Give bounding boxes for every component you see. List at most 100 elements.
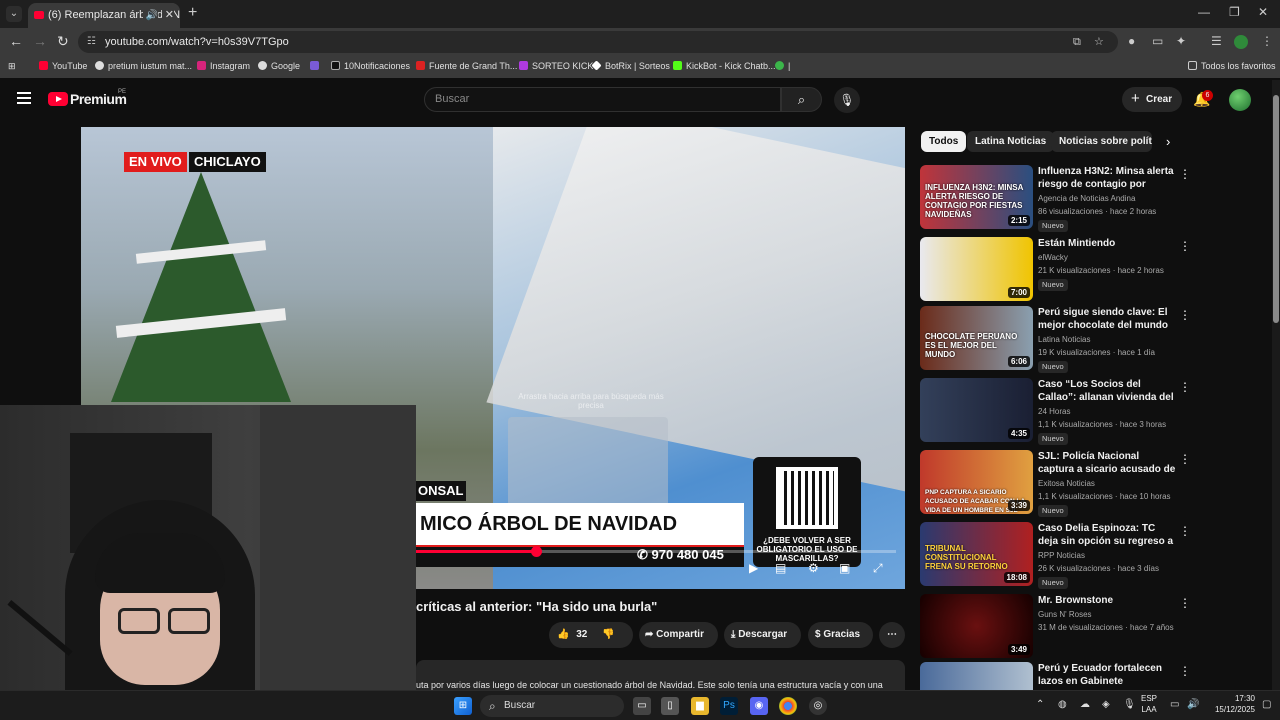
recommendation-item[interactable]: CHOCOLATE PERUANO ES EL MEJOR DEL MUNDO … bbox=[920, 306, 1265, 373]
recommendation-item[interactable]: 3:49 Mr. Brownstone Guns N' Roses 31 M d… bbox=[920, 594, 1265, 660]
bookmark-sorteo-kick[interactable]: SORTEO KICK bbox=[519, 61, 593, 71]
more-options-icon[interactable]: ⋮ bbox=[1179, 239, 1191, 253]
menu-hamburger-icon[interactable] bbox=[17, 92, 31, 104]
dislike-icon[interactable]: 👎 bbox=[602, 629, 614, 640]
chip-all[interactable]: Todos bbox=[921, 131, 967, 152]
extensions-puzzle-icon[interactable]: ✦ bbox=[1176, 34, 1186, 48]
recommendation-item[interactable]: 7:00 Están Mintiendo elWacky 21 K visual… bbox=[920, 237, 1265, 303]
share-button[interactable]: ➦ Compartir bbox=[639, 622, 718, 648]
windows-start-icon[interactable]: ⊞ bbox=[454, 697, 472, 715]
notification-center-icon[interactable]: ▢ bbox=[1262, 699, 1271, 710]
scrollbar-thumb[interactable] bbox=[1273, 95, 1279, 323]
video-thumbnail[interactable]: CHOCOLATE PERUANO ES EL MEJOR DEL MUNDO … bbox=[920, 306, 1033, 370]
video-thumbnail[interactable]: 7:00 bbox=[920, 237, 1033, 301]
chip-politica[interactable]: Noticias sobre política bbox=[1051, 131, 1152, 152]
forward-button[interactable]: → bbox=[33, 33, 47, 49]
audio-icon[interactable]: 🔊 bbox=[142, 3, 158, 28]
onedrive-icon[interactable]: ☁ bbox=[1080, 699, 1090, 710]
bookmark-generic[interactable] bbox=[310, 61, 323, 71]
download-button[interactable]: ⤓ Descargar bbox=[724, 622, 801, 648]
chrome-icon[interactable] bbox=[779, 697, 797, 715]
tab-search-button[interactable]: ⌄ bbox=[6, 6, 22, 22]
voice-search-button[interactable]: 🎙 bbox=[834, 87, 860, 113]
file-explorer-icon[interactable]: ▆ bbox=[691, 697, 709, 715]
progress-bar[interactable] bbox=[416, 546, 896, 557]
bookmark-youtube[interactable]: YouTube bbox=[39, 61, 87, 71]
miniplayer-icon[interactable]: ▣ bbox=[839, 561, 850, 575]
scrubber-handle[interactable] bbox=[531, 546, 542, 557]
recommendation-item[interactable]: INFLUENZA H3N2: MINSA ALERTA RIESGO DE C… bbox=[920, 165, 1265, 232]
bookmark-star-icon[interactable]: ☆ bbox=[1094, 31, 1104, 53]
obs-icon[interactable]: ◎ bbox=[809, 697, 827, 715]
more-options-icon[interactable]: ⋮ bbox=[1179, 452, 1191, 466]
chip-latina[interactable]: Latina Noticias bbox=[967, 131, 1055, 152]
volume-icon[interactable]: 🔊 bbox=[1187, 699, 1199, 710]
tray-app-icon[interactable]: ◈ bbox=[1102, 699, 1110, 710]
site-info-icon[interactable]: ☷ bbox=[87, 31, 96, 53]
browser-menu-icon[interactable]: ⋮ bbox=[1261, 34, 1273, 48]
settings-gear-icon[interactable]: ⚙ bbox=[808, 561, 819, 575]
recommendation-item[interactable]: Perú y Ecuador fortalecen lazos en Gabin… bbox=[920, 662, 1265, 690]
tray-app-icon[interactable]: ◍ bbox=[1058, 699, 1067, 710]
reload-button[interactable]: ↻ bbox=[57, 33, 69, 50]
more-actions-button[interactable]: ⋯ bbox=[879, 622, 905, 648]
bookmark-google[interactable]: Google bbox=[258, 61, 300, 71]
taskbar-search[interactable]: Buscar bbox=[480, 695, 624, 717]
minimize-icon[interactable]: — bbox=[1198, 5, 1210, 19]
subtitles-icon[interactable]: ▤ bbox=[775, 561, 786, 575]
more-options-icon[interactable]: ⋮ bbox=[1179, 596, 1191, 610]
discord-icon[interactable]: ◉ bbox=[750, 697, 768, 715]
extension-icon[interactable]: ▭ bbox=[1152, 34, 1163, 48]
recommendation-item[interactable]: 4:35 Caso “Los Socios del Callao”: allan… bbox=[920, 378, 1265, 445]
more-options-icon[interactable]: ⋮ bbox=[1179, 308, 1191, 322]
chevron-right-icon[interactable]: › bbox=[1166, 134, 1170, 149]
reading-list-icon[interactable]: ☰ bbox=[1211, 34, 1222, 48]
new-tab-button[interactable]: + bbox=[188, 4, 197, 22]
video-thumbnail[interactable]: TRIBUNAL CONSTITUCIONAL FRENA SU RETORNO… bbox=[920, 522, 1033, 586]
microphone-tray-icon[interactable]: 🎙 bbox=[1123, 699, 1136, 710]
app-icon[interactable]: ▯ bbox=[661, 697, 679, 715]
extension-icon[interactable]: ● bbox=[1128, 34, 1135, 48]
thanks-button[interactable]: $ Gracias bbox=[808, 622, 873, 648]
more-options-icon[interactable]: ⋮ bbox=[1179, 167, 1191, 181]
browser-tab[interactable]: (6) Reemplazan árbol de Na 🔊 ✕ bbox=[28, 3, 180, 28]
create-button[interactable]: Crear bbox=[1122, 86, 1182, 112]
more-options-icon[interactable]: ⋮ bbox=[1179, 524, 1191, 538]
search-button[interactable]: ⌕ bbox=[781, 87, 822, 112]
taskbar-clock[interactable]: 17:30 15/12/2025 bbox=[1205, 693, 1255, 715]
bookmark-10notificaciones[interactable]: 10Notificaciones bbox=[331, 61, 410, 71]
tray-overflow-icon[interactable]: ⌃ bbox=[1036, 699, 1044, 710]
search-input[interactable]: Buscar bbox=[424, 87, 781, 112]
account-avatar[interactable] bbox=[1229, 89, 1251, 111]
back-button[interactable]: ← bbox=[9, 33, 23, 49]
close-tab-icon[interactable]: ✕ bbox=[161, 3, 174, 28]
language-indicator[interactable]: ESP LAA bbox=[1141, 693, 1157, 715]
bookmark-generic[interactable]: | bbox=[775, 61, 790, 71]
bookmark-instagram[interactable]: Instagram bbox=[197, 61, 250, 71]
description-box[interactable]: uta por varios días luego de colocar un … bbox=[416, 660, 905, 692]
video-thumbnail[interactable]: 3:49 bbox=[920, 594, 1033, 658]
install-app-icon[interactable]: ⧉ bbox=[1073, 31, 1081, 53]
fullscreen-icon[interactable]: ⤢ bbox=[873, 561, 883, 576]
video-thumbnail[interactable]: INFLUENZA H3N2: MINSA ALERTA RIESGO DE C… bbox=[920, 165, 1033, 229]
more-options-icon[interactable]: ⋮ bbox=[1179, 664, 1191, 678]
like-icon[interactable]: 👍 bbox=[557, 629, 569, 640]
bookmark-kickbot[interactable]: KickBot - Kick Chatb... bbox=[673, 61, 776, 71]
task-view-icon[interactable]: ▭ bbox=[633, 697, 651, 715]
profile-avatar[interactable] bbox=[1234, 35, 1248, 49]
close-window-icon[interactable]: ✕ bbox=[1258, 5, 1268, 19]
network-icon[interactable]: ▭ bbox=[1170, 699, 1179, 710]
bookmark-pretium[interactable]: pretium iustum mat... bbox=[95, 61, 192, 71]
play-icon[interactable]: ▶ bbox=[749, 561, 758, 575]
bookmark-botrix[interactable]: BotRix | Sorteos bbox=[591, 60, 670, 71]
restore-icon[interactable]: ❐ bbox=[1229, 5, 1240, 19]
video-thumbnail[interactable] bbox=[920, 662, 1033, 690]
more-options-icon[interactable]: ⋮ bbox=[1179, 380, 1191, 394]
recommendation-item[interactable]: TRIBUNAL CONSTITUCIONAL FRENA SU RETORNO… bbox=[920, 522, 1265, 589]
youtube-logo-icon[interactable] bbox=[48, 92, 68, 106]
recommendation-item[interactable]: PNP CAPTURA A SICARIO ACUSADO DE ACABAR … bbox=[920, 450, 1265, 517]
bookmark-grand-theft[interactable]: Fuente de Grand Th... bbox=[416, 61, 517, 71]
video-thumbnail[interactable]: PNP CAPTURA A SICARIO ACUSADO DE ACABAR … bbox=[920, 450, 1033, 514]
like-count[interactable]: 32 bbox=[576, 629, 587, 640]
address-bar[interactable]: ☷ youtube.com/watch?v=h0s39V7TGpo ⧉ ☆ bbox=[78, 31, 1118, 53]
